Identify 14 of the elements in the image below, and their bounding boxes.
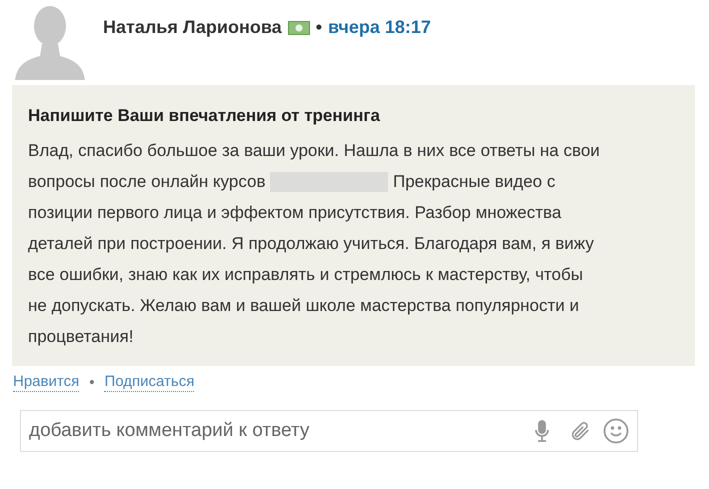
action-link[interactable]: Подписаться: [104, 373, 194, 392]
author-name[interactable]: Наталья Ларионова: [103, 14, 282, 41]
comment-input[interactable]: добавить комментарий к ответу: [29, 416, 535, 446]
separator-dot: •: [89, 372, 94, 392]
post-text: Влад, спасибо большое за ваши уроки. Нашла в них все ответы на свои вопросы после онлайн курсов Прекрасные видео с позиции первого лица и эффектом присутствия. Разбор множества деталей при построении. Я продолжаю учиться. Благодаря вам, я вижу все ошибки, знаю как их исправлять и стремлюсь к мастерству, чтобы не допускать. Желаю вам и вашей школе мастерства популярности и процветания!: [28, 140, 601, 348]
paperclip-icon[interactable]: [569, 420, 591, 442]
separator-dot: •: [316, 16, 322, 39]
post-time[interactable]: вчера 18:17: [328, 14, 431, 41]
comment-field[interactable]: добавить комментарий к ответу: [20, 410, 638, 452]
smiley-icon[interactable]: [603, 418, 629, 444]
post-title: Напишите Ваши впечатления от тренинга: [28, 105, 381, 127]
money-icon: [288, 20, 310, 34]
microphone-icon[interactable]: [535, 420, 549, 442]
action-link[interactable]: Нравится: [13, 373, 80, 392]
